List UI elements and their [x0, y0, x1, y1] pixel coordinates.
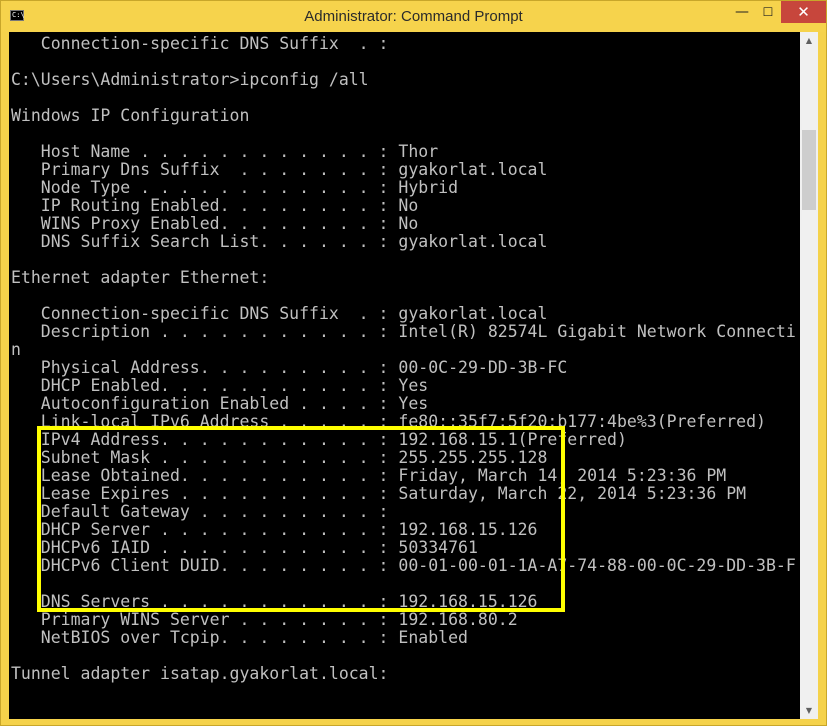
close-button[interactable]: ✕ [781, 1, 826, 23]
console-line: Subnet Mask . . . . . . . . . . . : 255.… [11, 448, 548, 467]
console-line: Connection-specific DNS Suffix . : [11, 34, 389, 53]
console-line: DHCP Server . . . . . . . . . . . : 192.… [11, 520, 538, 539]
console-line: WINS Proxy Enabled. . . . . . . . : No [11, 214, 419, 233]
console-line: DNS Servers . . . . . . . . . . . : 192.… [11, 592, 538, 611]
command-prompt-window: C:\ Administrator: Command Prompt — ☐ ✕ … [0, 0, 827, 726]
console-line: DHCPv6 IAID . . . . . . . . . . . : 5033… [11, 538, 478, 557]
console-line: Lease Obtained. . . . . . . . . . : Frid… [11, 466, 727, 485]
console-line: Connection-specific DNS Suffix . : gyako… [11, 304, 548, 323]
console-line: Node Type . . . . . . . . . . . . : Hybr… [11, 178, 459, 197]
console-line: IPv4 Address. . . . . . . . . . . : 192.… [11, 430, 627, 449]
console-line: C:\Users\Administrator>ipconfig /all [11, 70, 369, 89]
title-bar[interactable]: C:\ Administrator: Command Prompt — ☐ ✕ [1, 1, 826, 32]
console-output[interactable]: Connection-specific DNS Suffix . : C:\Use… [9, 32, 800, 719]
console-line: Ethernet adapter Ethernet: [11, 268, 270, 287]
console-line: Autoconfiguration Enabled . . . . : Yes [11, 394, 429, 413]
console-line: Default Gateway . . . . . . . . . : [11, 502, 389, 521]
console-line: IP Routing Enabled. . . . . . . . : No [11, 196, 419, 215]
console-line: Host Name . . . . . . . . . . . . : Thor [11, 142, 439, 161]
console-line: Link-local IPv6 Address . . . . . : fe80… [11, 412, 766, 431]
console-line: Lease Expires . . . . . . . . . . : Satu… [11, 484, 747, 503]
console-line: Primary Dns Suffix . . . . . . . : gyako… [11, 160, 548, 179]
console-line: DHCP Enabled. . . . . . . . . . . : Yes [11, 376, 429, 395]
scroll-thumb[interactable] [802, 130, 816, 210]
console-line: Primary WINS Server . . . . . . . : 192.… [11, 610, 518, 629]
console-line: Physical Address. . . . . . . . . : 00-0… [11, 358, 568, 377]
scroll-down-arrow-icon[interactable]: ▼ [800, 702, 818, 719]
window-title: Administrator: Command Prompt [304, 8, 523, 25]
console-line: Windows IP Configuration [11, 106, 250, 125]
minimize-button[interactable]: — [729, 1, 755, 23]
console-line: Description . . . . . . . . . . . : Inte… [11, 322, 796, 341]
console-line: n [11, 340, 21, 359]
console-line: NetBIOS over Tcpip. . . . . . . . : Enab… [11, 628, 468, 647]
maximize-button[interactable]: ☐ [755, 1, 781, 23]
console-line: DHCPv6 Client DUID. . . . . . . . : 00-0… [11, 556, 796, 575]
console-line: DNS Suffix Search List. . . . . . : gyak… [11, 232, 548, 251]
vertical-scrollbar[interactable]: ▲ ▼ [800, 32, 818, 719]
console-line: Tunnel adapter isatap.gyakorlat.local: [11, 664, 389, 683]
scroll-up-arrow-icon[interactable]: ▲ [800, 32, 818, 49]
